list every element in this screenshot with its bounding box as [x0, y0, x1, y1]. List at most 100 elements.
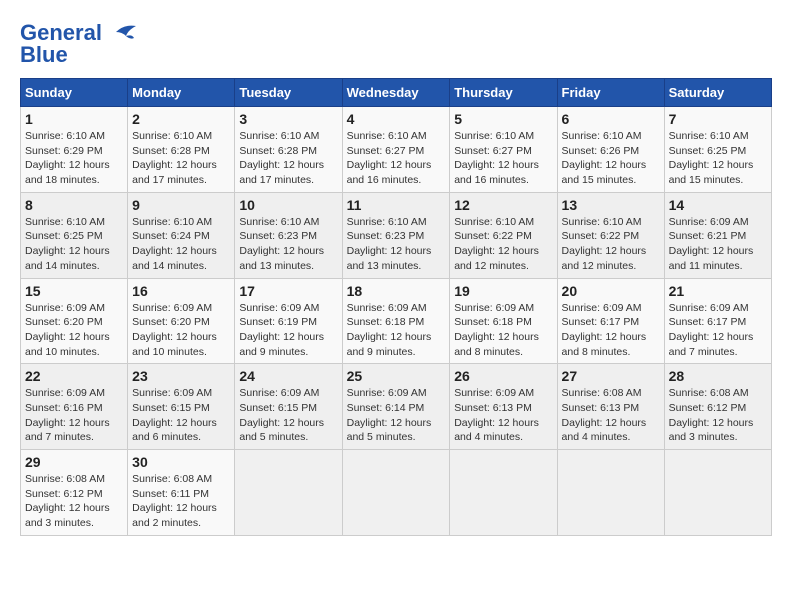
calendar-cell: 1 Sunrise: 6:10 AMSunset: 6:29 PMDaylight…: [21, 107, 128, 193]
day-info: Sunrise: 6:10 AMSunset: 6:29 PMDaylight:…: [25, 129, 123, 188]
calendar-week-5: 29 Sunrise: 6:08 AMSunset: 6:12 PMDayligh…: [21, 450, 772, 536]
day-info: Sunrise: 6:08 AMSunset: 6:12 PMDaylight:…: [25, 472, 123, 531]
calendar-cell: 12 Sunrise: 6:10 AMSunset: 6:22 PMDayligh…: [450, 192, 557, 278]
day-number: 7: [669, 111, 767, 127]
calendar-cell: 21 Sunrise: 6:09 AMSunset: 6:17 PMDayligh…: [664, 278, 771, 364]
day-info: Sunrise: 6:10 AMSunset: 6:23 PMDaylight:…: [239, 215, 337, 274]
calendar-week-1: 1 Sunrise: 6:10 AMSunset: 6:29 PMDaylight…: [21, 107, 772, 193]
day-number: 10: [239, 197, 337, 213]
day-info: Sunrise: 6:10 AMSunset: 6:23 PMDaylight:…: [347, 215, 446, 274]
day-number: 13: [562, 197, 660, 213]
day-info: Sunrise: 6:09 AMSunset: 6:16 PMDaylight:…: [25, 386, 123, 445]
day-info: Sunrise: 6:09 AMSunset: 6:21 PMDaylight:…: [669, 215, 767, 274]
logo-blue: Blue: [20, 42, 68, 68]
calendar-cell: 23 Sunrise: 6:09 AMSunset: 6:15 PMDayligh…: [128, 364, 235, 450]
day-number: 27: [562, 368, 660, 384]
page-header: General Blue: [20, 20, 772, 68]
weekday-header-thursday: Thursday: [450, 79, 557, 107]
day-info: Sunrise: 6:10 AMSunset: 6:24 PMDaylight:…: [132, 215, 230, 274]
day-number: 23: [132, 368, 230, 384]
calendar-cell: 20Sunrise: 6:09 AMSunset: 6:17 PMDayligh…: [557, 278, 664, 364]
day-number: 3: [239, 111, 337, 127]
day-info: Sunrise: 6:10 AMSunset: 6:22 PMDaylight:…: [454, 215, 552, 274]
calendar-cell: 7 Sunrise: 6:10 AMSunset: 6:25 PMDaylight…: [664, 107, 771, 193]
weekday-header-tuesday: Tuesday: [235, 79, 342, 107]
calendar-cell: 8 Sunrise: 6:10 AMSunset: 6:25 PMDaylight…: [21, 192, 128, 278]
weekday-header-friday: Friday: [557, 79, 664, 107]
day-number: 5: [454, 111, 552, 127]
day-info: Sunrise: 6:08 AMSunset: 6:13 PMDaylight:…: [562, 386, 660, 445]
calendar-cell: 11 Sunrise: 6:10 AMSunset: 6:23 PMDayligh…: [342, 192, 450, 278]
logo-bird-icon: [106, 22, 138, 44]
day-number: 28: [669, 368, 767, 384]
day-number: 8: [25, 197, 123, 213]
calendar-cell: 30 Sunrise: 6:08 AMSunset: 6:11 PMDayligh…: [128, 450, 235, 536]
day-info: Sunrise: 6:10 AMSunset: 6:28 PMDaylight:…: [132, 129, 230, 188]
calendar-cell: 28 Sunrise: 6:08 AMSunset: 6:12 PMDayligh…: [664, 364, 771, 450]
calendar-cell: 26 Sunrise: 6:09 AMSunset: 6:13 PMDayligh…: [450, 364, 557, 450]
day-number: 4: [347, 111, 446, 127]
day-info: Sunrise: 6:09 AMSunset: 6:15 PMDaylight:…: [132, 386, 230, 445]
day-number: 29: [25, 454, 123, 470]
day-number: 18: [347, 283, 446, 299]
calendar-cell: 2 Sunrise: 6:10 AMSunset: 6:28 PMDaylight…: [128, 107, 235, 193]
day-number: 14: [669, 197, 767, 213]
day-number: 12: [454, 197, 552, 213]
calendar-cell: 25Sunrise: 6:09 AMSunset: 6:14 PMDayligh…: [342, 364, 450, 450]
day-info: Sunrise: 6:09 AMSunset: 6:18 PMDaylight:…: [454, 301, 552, 360]
day-info: Sunrise: 6:09 AMSunset: 6:13 PMDaylight:…: [454, 386, 552, 445]
calendar-cell: 16 Sunrise: 6:09 AMSunset: 6:20 PMDayligh…: [128, 278, 235, 364]
day-number: 1: [25, 111, 123, 127]
day-number: 30: [132, 454, 230, 470]
calendar-cell: 29 Sunrise: 6:08 AMSunset: 6:12 PMDayligh…: [21, 450, 128, 536]
day-info: Sunrise: 6:10 AMSunset: 6:28 PMDaylight:…: [239, 129, 337, 188]
day-info: Sunrise: 6:10 AMSunset: 6:25 PMDaylight:…: [669, 129, 767, 188]
day-info: Sunrise: 6:09 AMSunset: 6:17 PMDaylight:…: [669, 301, 767, 360]
day-number: 17: [239, 283, 337, 299]
calendar-cell: 24 Sunrise: 6:09 AMSunset: 6:15 PMDayligh…: [235, 364, 342, 450]
calendar-cell: [342, 450, 450, 536]
day-number: 6: [562, 111, 660, 127]
day-number: 15: [25, 283, 123, 299]
day-number: 22: [25, 368, 123, 384]
day-number: 11: [347, 197, 446, 213]
calendar-cell: 10 Sunrise: 6:10 AMSunset: 6:23 PMDayligh…: [235, 192, 342, 278]
day-info: Sunrise: 6:10 AMSunset: 6:27 PMDaylight:…: [454, 129, 552, 188]
day-number: 26: [454, 368, 552, 384]
day-info: Sunrise: 6:10 AMSunset: 6:27 PMDaylight:…: [347, 129, 446, 188]
calendar-cell: [235, 450, 342, 536]
day-info: Sunrise: 6:08 AMSunset: 6:11 PMDaylight:…: [132, 472, 230, 531]
day-number: 21: [669, 283, 767, 299]
day-number: 19: [454, 283, 552, 299]
day-number: 16: [132, 283, 230, 299]
day-info: Sunrise: 6:08 AMSunset: 6:12 PMDaylight:…: [669, 386, 767, 445]
day-info: Sunrise: 6:10 AMSunset: 6:25 PMDaylight:…: [25, 215, 123, 274]
calendar-body: 1 Sunrise: 6:10 AMSunset: 6:29 PMDaylight…: [21, 107, 772, 536]
day-info: Sunrise: 6:09 AMSunset: 6:18 PMDaylight:…: [347, 301, 446, 360]
day-number: 9: [132, 197, 230, 213]
day-info: Sunrise: 6:09 AMSunset: 6:20 PMDaylight:…: [132, 301, 230, 360]
calendar-cell: 27 Sunrise: 6:08 AMSunset: 6:13 PMDayligh…: [557, 364, 664, 450]
calendar-cell: 19 Sunrise: 6:09 AMSunset: 6:18 PMDayligh…: [450, 278, 557, 364]
day-number: 2: [132, 111, 230, 127]
calendar-header-row: SundayMondayTuesdayWednesdayThursdayFrid…: [21, 79, 772, 107]
day-info: Sunrise: 6:09 AMSunset: 6:20 PMDaylight:…: [25, 301, 123, 360]
calendar-week-3: 15 Sunrise: 6:09 AMSunset: 6:20 PMDayligh…: [21, 278, 772, 364]
day-info: Sunrise: 6:10 AMSunset: 6:26 PMDaylight:…: [562, 129, 660, 188]
calendar-cell: 6 Sunrise: 6:10 AMSunset: 6:26 PMDaylight…: [557, 107, 664, 193]
weekday-header-sunday: Sunday: [21, 79, 128, 107]
calendar-cell: 4 Sunrise: 6:10 AMSunset: 6:27 PMDaylight…: [342, 107, 450, 193]
day-number: 25: [347, 368, 446, 384]
calendar-cell: [450, 450, 557, 536]
calendar-cell: 18 Sunrise: 6:09 AMSunset: 6:18 PMDayligh…: [342, 278, 450, 364]
day-info: Sunrise: 6:09 AMSunset: 6:15 PMDaylight:…: [239, 386, 337, 445]
calendar-cell: 13Sunrise: 6:10 AMSunset: 6:22 PMDayligh…: [557, 192, 664, 278]
calendar-cell: 5 Sunrise: 6:10 AMSunset: 6:27 PMDaylight…: [450, 107, 557, 193]
day-number: 24: [239, 368, 337, 384]
day-info: Sunrise: 6:09 AMSunset: 6:17 PMDaylight:…: [562, 301, 660, 360]
calendar-cell: 9 Sunrise: 6:10 AMSunset: 6:24 PMDaylight…: [128, 192, 235, 278]
day-info: Sunrise: 6:09 AMSunset: 6:19 PMDaylight:…: [239, 301, 337, 360]
logo: General Blue: [20, 20, 138, 68]
calendar-cell: [664, 450, 771, 536]
calendar-cell: 15 Sunrise: 6:09 AMSunset: 6:20 PMDayligh…: [21, 278, 128, 364]
